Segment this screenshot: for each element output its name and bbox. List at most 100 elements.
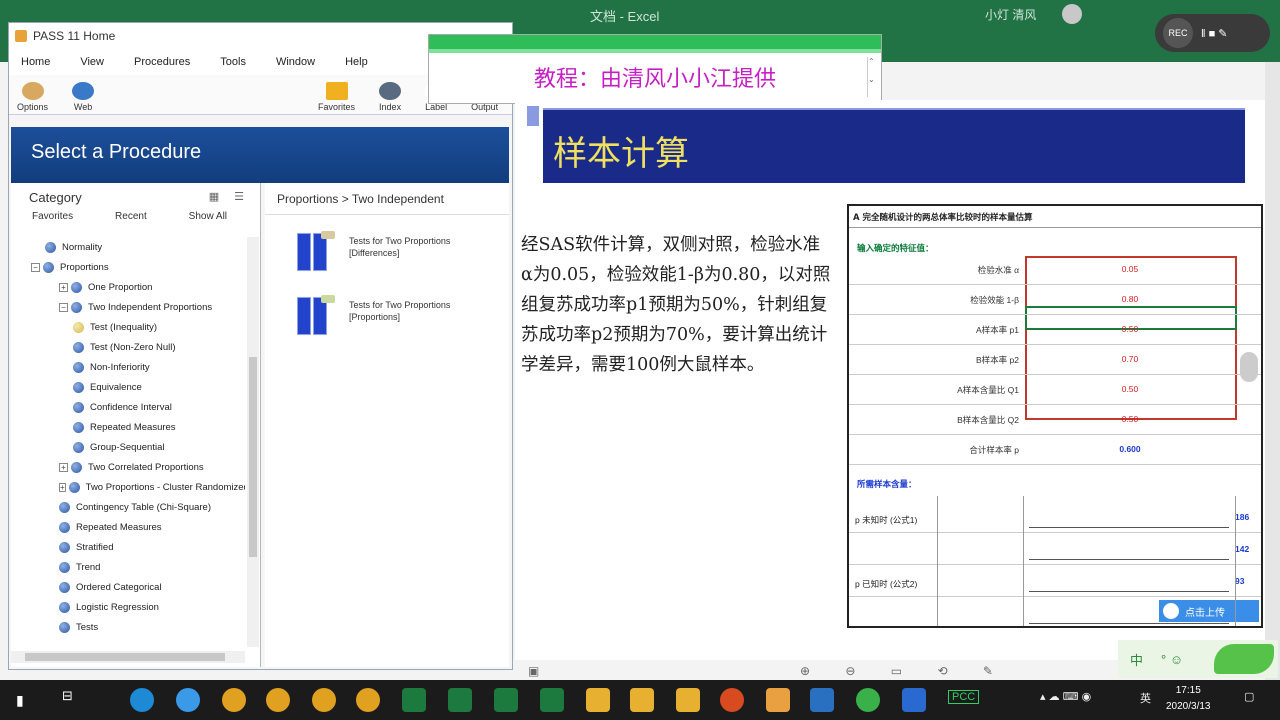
category-tree: Normality − Proportions + One Proportion − Two… <box>11 237 245 647</box>
chrome-icon[interactable] <box>222 688 246 712</box>
view-toggle-icon[interactable]: ▦ ☰ <box>209 190 250 203</box>
avatar[interactable] <box>1062 4 1082 24</box>
menu-procedures[interactable]: Procedures <box>134 56 190 68</box>
expand-icon[interactable]: + <box>59 462 68 472</box>
chrome-icon[interactable] <box>266 688 290 712</box>
language-indicator[interactable]: 英 <box>1140 690 1151 706</box>
tree-item[interactable]: Repeated Measures <box>11 417 245 437</box>
index-label: Index <box>379 102 402 112</box>
tree-item[interactable]: Test (Non-Zero Null) <box>11 337 245 357</box>
tree-item[interactable]: Tests <box>11 617 245 637</box>
procedure-item[interactable]: Tests for Two Proportions [Proportions] <box>265 279 509 343</box>
table-param-label: 合计样本率 p <box>969 445 1019 455</box>
chrome-icon[interactable] <box>356 688 380 712</box>
index-button[interactable]: Index <box>379 82 401 114</box>
edge-icon[interactable] <box>130 688 154 712</box>
tree-item[interactable]: − Two Independent Proportions <box>11 297 245 317</box>
folder-icon[interactable] <box>586 688 610 712</box>
tree-item[interactable]: Non-Inferiority <box>11 357 245 377</box>
chrome-icon[interactable] <box>312 688 336 712</box>
table-param-value[interactable]: 0.50 <box>1025 414 1235 424</box>
procedure-item[interactable]: Tests for Two Proportions [Differences] <box>265 215 509 279</box>
tray-badge[interactable]: PCC <box>948 690 980 704</box>
tree-item-label: Two Correlated Proportions <box>88 461 204 473</box>
tree-item[interactable]: − Proportions <box>11 257 245 277</box>
bar-chart-icon <box>295 229 337 271</box>
scroll-thumb[interactable] <box>25 653 225 661</box>
home-icon[interactable] <box>766 688 790 712</box>
slide-title: 样本计算 <box>553 134 689 174</box>
tree-item[interactable]: Repeated Measures <box>11 517 245 537</box>
table-param-value[interactable]: 0.50 <box>1025 384 1235 394</box>
notification-icon[interactable]: ▢ <box>1244 690 1254 703</box>
wechat-icon[interactable] <box>856 688 880 712</box>
star-icon <box>325 82 348 100</box>
tree-item[interactable]: Normality <box>11 237 245 257</box>
expand-icon[interactable]: + <box>59 482 66 492</box>
favorites-button[interactable]: Favorites <box>318 82 355 114</box>
menu-help[interactable]: Help <box>345 56 368 68</box>
link-recent[interactable]: Recent <box>115 211 147 233</box>
pass-app-icon[interactable] <box>810 688 834 712</box>
table-param-value[interactable]: 0.70 <box>1025 354 1235 364</box>
excel-account: 小灯 清风 <box>985 8 1037 22</box>
menu-tools[interactable]: Tools <box>220 56 246 68</box>
task-view-icon[interactable]: ⊟ <box>62 688 86 712</box>
powerpoint-icon[interactable] <box>720 688 744 712</box>
web-button[interactable]: Web <box>72 82 95 114</box>
folder-icon[interactable] <box>676 688 700 712</box>
tree-item[interactable]: Equivalence <box>11 377 245 397</box>
caption-scrollbar[interactable]: ⌃ ⌄ <box>867 57 879 97</box>
tree-item[interactable]: Contingency Table (Chi-Square) <box>11 497 245 517</box>
scroll-thumb[interactable] <box>249 357 257 557</box>
link-favorites[interactable]: Favorites <box>32 211 73 233</box>
browser-icon[interactable] <box>176 688 200 712</box>
recorder-pill[interactable]: REC ‖ ■ ✎ <box>1155 14 1270 52</box>
slide: 样本计算 经SAS软件计算，双侧对照，检验水准α为0.05，检验效能1-β为0.… <box>515 100 1265 660</box>
translate-icon[interactable] <box>902 688 926 712</box>
start-icon[interactable]: ▮ <box>16 692 32 708</box>
tree-item[interactable]: + Two Proportions - Cluster Randomized <box>11 477 245 497</box>
menu-view[interactable]: View <box>80 56 104 68</box>
ime-toolbar[interactable]: 中 ° ☺ <box>1118 640 1278 678</box>
tree-item[interactable]: Trend <box>11 557 245 577</box>
tree-item[interactable]: Stratified <box>11 537 245 557</box>
tree-item[interactable]: + One Proportion <box>11 277 245 297</box>
link-show-all[interactable]: Show All <box>189 211 227 233</box>
folder-icon[interactable] <box>630 688 654 712</box>
ime-label[interactable]: 中 <box>1130 650 1143 669</box>
excel-icon[interactable] <box>540 688 564 712</box>
clock-icon <box>379 82 402 100</box>
excel-icon[interactable] <box>494 688 518 712</box>
slide-tools[interactable]: ⊕ ⊖ ▭ ⟲ ✎ <box>800 664 1009 678</box>
save-icon[interactable]: ▣ <box>528 664 539 678</box>
tree-vertical-scrollbar[interactable] <box>247 237 259 647</box>
excel-icon[interactable] <box>402 688 426 712</box>
tree-item[interactable]: + Two Correlated Proportions <box>11 457 245 477</box>
collapse-icon[interactable]: − <box>59 302 68 312</box>
table-param-value[interactable]: 0.05 <box>1025 264 1235 274</box>
slide-scrollbar-thumb[interactable] <box>1240 352 1258 382</box>
tray-icons[interactable]: ▴ ☁ ⌨ ◉ <box>1040 690 1091 703</box>
tree-item[interactable]: Group-Sequential <box>11 437 245 457</box>
table-param-value[interactable]: 0.600 <box>1025 444 1235 454</box>
tree-item[interactable]: Confidence Interval <box>11 397 245 417</box>
expand-icon[interactable]: + <box>59 282 68 292</box>
table-param-value[interactable]: 0.80 <box>1025 294 1235 304</box>
menu-window[interactable]: Window <box>276 56 315 68</box>
collapse-icon[interactable]: − <box>31 262 40 272</box>
excel-icon[interactable] <box>448 688 472 712</box>
tree-item[interactable]: Test (Inequality) <box>11 317 245 337</box>
ime-extra[interactable]: ° ☺ <box>1161 652 1183 667</box>
options-button[interactable]: Options <box>17 82 48 114</box>
table-param-value[interactable]: 0.50 <box>1025 324 1235 334</box>
clock-date: 2020/3/13 <box>1166 701 1211 712</box>
tree-horizontal-scrollbar[interactable] <box>11 651 245 663</box>
clock[interactable]: 17:15 2020/3/13 <box>1166 683 1211 715</box>
tree-item[interactable]: Ordered Categorical <box>11 577 245 597</box>
recorder-controls[interactable]: ‖ ■ ✎ <box>1201 27 1228 40</box>
tree-item[interactable]: Logistic Regression <box>11 597 245 617</box>
table-title: A 完全随机设计的两总体率比较时的样本量估算 <box>849 206 1261 228</box>
menu-home[interactable]: Home <box>21 56 50 68</box>
tree-item-label: Normality <box>62 241 103 253</box>
